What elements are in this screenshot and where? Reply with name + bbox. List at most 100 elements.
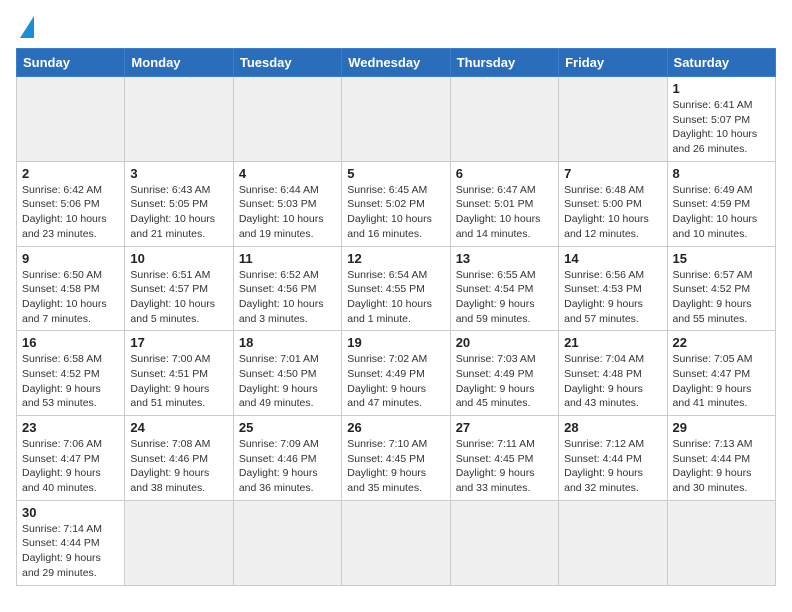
calendar-cell: 11Sunrise: 6:52 AM Sunset: 4:56 PM Dayli… bbox=[233, 246, 341, 331]
day-info: Sunrise: 7:05 AM Sunset: 4:47 PM Dayligh… bbox=[673, 352, 770, 411]
calendar-cell: 17Sunrise: 7:00 AM Sunset: 4:51 PM Dayli… bbox=[125, 331, 233, 416]
calendar-cell: 14 Sunrise: 6:56 AM Sunset: 4:53 PM Dayli… bbox=[559, 246, 667, 331]
calendar-cell: 13Sunrise: 6:55 AM Sunset: 4:54 PM Dayli… bbox=[450, 246, 558, 331]
day-number: 10 bbox=[130, 251, 227, 266]
calendar-cell: 9Sunrise: 6:50 AM Sunset: 4:58 PM Daylig… bbox=[17, 246, 125, 331]
day-number: 21 bbox=[564, 335, 661, 350]
weekday-header-tuesday: Tuesday bbox=[233, 49, 341, 77]
calendar-cell: 30Sunrise: 7:14 AM Sunset: 4:44 PM Dayli… bbox=[17, 500, 125, 585]
day-info: Sunrise: 7:08 AM Sunset: 4:46 PM Dayligh… bbox=[130, 437, 227, 496]
day-number: 29 bbox=[673, 420, 770, 435]
day-info: Sunrise: 6:58 AM Sunset: 4:52 PM Dayligh… bbox=[22, 352, 119, 411]
calendar-cell: 4Sunrise: 6:44 AM Sunset: 5:03 PM Daylig… bbox=[233, 161, 341, 246]
day-number: 14 bbox=[564, 251, 661, 266]
calendar-cell: 24 Sunrise: 7:08 AM Sunset: 4:46 PM Dayli… bbox=[125, 416, 233, 501]
day-info: Sunrise: 6:56 AM Sunset: 4:53 PM Dayligh… bbox=[564, 268, 661, 327]
calendar-cell bbox=[233, 77, 341, 162]
calendar-table: SundayMondayTuesdayWednesdayThursdayFrid… bbox=[16, 48, 776, 586]
calendar-cell bbox=[559, 500, 667, 585]
weekday-header-monday: Monday bbox=[125, 49, 233, 77]
calendar-week-2: 9Sunrise: 6:50 AM Sunset: 4:58 PM Daylig… bbox=[17, 246, 776, 331]
day-info: Sunrise: 7:12 AM Sunset: 4:44 PM Dayligh… bbox=[564, 437, 661, 496]
day-info: Sunrise: 6:44 AM Sunset: 5:03 PM Dayligh… bbox=[239, 183, 336, 242]
day-number: 22 bbox=[673, 335, 770, 350]
day-info: Sunrise: 7:02 AM Sunset: 4:49 PM Dayligh… bbox=[347, 352, 444, 411]
calendar-week-1: 2 Sunrise: 6:42 AM Sunset: 5:06 PM Daylig… bbox=[17, 161, 776, 246]
day-number: 3 bbox=[130, 166, 227, 181]
day-info: Sunrise: 6:49 AM Sunset: 4:59 PM Dayligh… bbox=[673, 183, 770, 242]
weekday-header-sunday: Sunday bbox=[17, 49, 125, 77]
calendar-cell bbox=[450, 77, 558, 162]
day-info: Sunrise: 7:06 AM Sunset: 4:47 PM Dayligh… bbox=[22, 437, 119, 496]
weekday-header-row: SundayMondayTuesdayWednesdayThursdayFrid… bbox=[17, 49, 776, 77]
calendar-cell: 3Sunrise: 6:43 AM Sunset: 5:05 PM Daylig… bbox=[125, 161, 233, 246]
day-number: 28 bbox=[564, 420, 661, 435]
day-info: Sunrise: 7:01 AM Sunset: 4:50 PM Dayligh… bbox=[239, 352, 336, 411]
day-number: 2 bbox=[22, 166, 119, 181]
calendar-week-4: 23Sunrise: 7:06 AM Sunset: 4:47 PM Dayli… bbox=[17, 416, 776, 501]
day-number: 27 bbox=[456, 420, 553, 435]
day-info: Sunrise: 7:03 AM Sunset: 4:49 PM Dayligh… bbox=[456, 352, 553, 411]
calendar-cell: 5 Sunrise: 6:45 AM Sunset: 5:02 PM Daylig… bbox=[342, 161, 450, 246]
calendar-cell bbox=[559, 77, 667, 162]
page: SundayMondayTuesdayWednesdayThursdayFrid… bbox=[0, 0, 792, 596]
day-number: 6 bbox=[456, 166, 553, 181]
calendar-cell bbox=[17, 77, 125, 162]
calendar-cell: 7 Sunrise: 6:48 AM Sunset: 5:00 PM Daylig… bbox=[559, 161, 667, 246]
weekday-header-saturday: Saturday bbox=[667, 49, 775, 77]
weekday-header-friday: Friday bbox=[559, 49, 667, 77]
calendar-cell bbox=[125, 500, 233, 585]
day-info: Sunrise: 6:48 AM Sunset: 5:00 PM Dayligh… bbox=[564, 183, 661, 242]
day-info: Sunrise: 7:04 AM Sunset: 4:48 PM Dayligh… bbox=[564, 352, 661, 411]
day-number: 20 bbox=[456, 335, 553, 350]
day-info: Sunrise: 7:11 AM Sunset: 4:45 PM Dayligh… bbox=[456, 437, 553, 496]
day-info: Sunrise: 6:42 AM Sunset: 5:06 PM Dayligh… bbox=[22, 183, 119, 242]
calendar-week-5: 30Sunrise: 7:14 AM Sunset: 4:44 PM Dayli… bbox=[17, 500, 776, 585]
logo-text bbox=[16, 16, 34, 38]
calendar-cell: 12 Sunrise: 6:54 AM Sunset: 4:55 PM Dayli… bbox=[342, 246, 450, 331]
day-info: Sunrise: 7:09 AM Sunset: 4:46 PM Dayligh… bbox=[239, 437, 336, 496]
calendar-cell: 18Sunrise: 7:01 AM Sunset: 4:50 PM Dayli… bbox=[233, 331, 341, 416]
day-info: Sunrise: 6:41 AM Sunset: 5:07 PM Dayligh… bbox=[673, 98, 770, 157]
day-info: Sunrise: 6:57 AM Sunset: 4:52 PM Dayligh… bbox=[673, 268, 770, 327]
calendar-cell bbox=[450, 500, 558, 585]
calendar-cell: 27 Sunrise: 7:11 AM Sunset: 4:45 PM Dayli… bbox=[450, 416, 558, 501]
calendar-cell: 22 Sunrise: 7:05 AM Sunset: 4:47 PM Dayli… bbox=[667, 331, 775, 416]
day-number: 1 bbox=[673, 81, 770, 96]
day-info: Sunrise: 6:55 AM Sunset: 4:54 PM Dayligh… bbox=[456, 268, 553, 327]
calendar-cell bbox=[667, 500, 775, 585]
calendar-cell: 29 Sunrise: 7:13 AM Sunset: 4:44 PM Dayli… bbox=[667, 416, 775, 501]
calendar-cell bbox=[342, 500, 450, 585]
calendar-cell: 1 Sunrise: 6:41 AM Sunset: 5:07 PM Daylig… bbox=[667, 77, 775, 162]
weekday-header-thursday: Thursday bbox=[450, 49, 558, 77]
day-number: 15 bbox=[673, 251, 770, 266]
calendar-cell bbox=[342, 77, 450, 162]
day-number: 8 bbox=[673, 166, 770, 181]
calendar-cell: 6Sunrise: 6:47 AM Sunset: 5:01 PM Daylig… bbox=[450, 161, 558, 246]
weekday-header-wednesday: Wednesday bbox=[342, 49, 450, 77]
day-number: 26 bbox=[347, 420, 444, 435]
day-info: Sunrise: 7:14 AM Sunset: 4:44 PM Dayligh… bbox=[22, 522, 119, 581]
calendar-cell bbox=[233, 500, 341, 585]
logo bbox=[16, 16, 34, 38]
day-info: Sunrise: 7:10 AM Sunset: 4:45 PM Dayligh… bbox=[347, 437, 444, 496]
day-number: 9 bbox=[22, 251, 119, 266]
header bbox=[16, 16, 776, 38]
calendar-cell: 23Sunrise: 7:06 AM Sunset: 4:47 PM Dayli… bbox=[17, 416, 125, 501]
day-info: Sunrise: 6:45 AM Sunset: 5:02 PM Dayligh… bbox=[347, 183, 444, 242]
day-number: 12 bbox=[347, 251, 444, 266]
day-info: Sunrise: 6:51 AM Sunset: 4:57 PM Dayligh… bbox=[130, 268, 227, 327]
calendar-cell: 21 Sunrise: 7:04 AM Sunset: 4:48 PM Dayli… bbox=[559, 331, 667, 416]
day-number: 7 bbox=[564, 166, 661, 181]
day-info: Sunrise: 7:13 AM Sunset: 4:44 PM Dayligh… bbox=[673, 437, 770, 496]
day-number: 17 bbox=[130, 335, 227, 350]
day-number: 24 bbox=[130, 420, 227, 435]
day-number: 5 bbox=[347, 166, 444, 181]
day-info: Sunrise: 6:54 AM Sunset: 4:55 PM Dayligh… bbox=[347, 268, 444, 327]
calendar-cell: 15 Sunrise: 6:57 AM Sunset: 4:52 PM Dayli… bbox=[667, 246, 775, 331]
calendar-cell bbox=[125, 77, 233, 162]
day-number: 16 bbox=[22, 335, 119, 350]
calendar-cell: 28 Sunrise: 7:12 AM Sunset: 4:44 PM Dayli… bbox=[559, 416, 667, 501]
calendar-cell: 19Sunrise: 7:02 AM Sunset: 4:49 PM Dayli… bbox=[342, 331, 450, 416]
calendar-week-3: 16 Sunrise: 6:58 AM Sunset: 4:52 PM Dayli… bbox=[17, 331, 776, 416]
